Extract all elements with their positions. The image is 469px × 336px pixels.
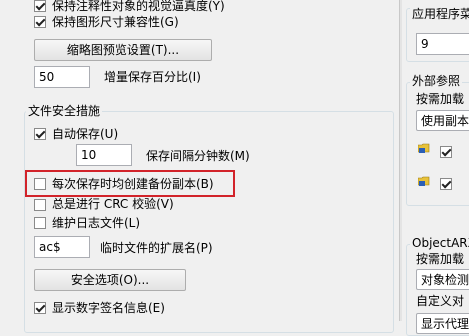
temp-extension-label: 临时文件的扩展名(P)	[100, 241, 213, 255]
xref-demand-load-select[interactable]: 使用副本	[416, 110, 469, 131]
annotative-fidelity-label: 保持注释性对象的视觉逼真度(Y)	[52, 0, 225, 13]
custom-objects-label: 自定义对	[416, 294, 465, 308]
drawing-size-compat-checkbox[interactable]	[34, 16, 46, 28]
panel-divider	[399, 0, 402, 321]
annotative-fidelity-checkbox[interactable]	[34, 0, 46, 12]
arx-demand-load-select[interactable]: 对象检测	[416, 269, 469, 290]
folder-icon	[418, 143, 430, 153]
xref-option-checkbox-1[interactable]	[440, 146, 452, 158]
backup-highlight-box	[25, 170, 235, 197]
objectarx-title: ObjectARX	[410, 235, 469, 251]
digital-signature-checkbox[interactable]	[34, 302, 46, 314]
app-menu-label: 应用程序菜	[410, 6, 469, 22]
autosave-interval-label: 保存间隔分钟数(M)	[146, 149, 250, 163]
log-file-checkbox[interactable]	[34, 217, 46, 229]
crc-check-label: 总是进行 CRC 校验(V)	[52, 197, 174, 211]
log-file-label: 维护日志文件(L)	[52, 216, 141, 230]
proxy-display-select[interactable]: 显示代理	[416, 313, 469, 334]
xref-option-checkbox-2[interactable]	[440, 178, 452, 190]
arx-demand-load-label: 按需加载	[416, 252, 465, 266]
incremental-save-label: 增量保存百分比(I)	[104, 70, 201, 84]
thumbnail-preview-settings-button[interactable]: 缩略图预览设置(T)...	[34, 39, 212, 61]
autosave-interval-input[interactable]: 10	[76, 144, 132, 166]
xref-demand-load-label: 按需加载	[416, 92, 465, 106]
autosave-label: 自动保存(U)	[52, 127, 119, 141]
incremental-save-input[interactable]: 50	[34, 66, 90, 88]
crc-check-checkbox[interactable]	[34, 199, 46, 211]
app-menu-input[interactable]: 9	[416, 33, 469, 55]
file-safety-title: 文件安全措施	[26, 103, 103, 119]
temp-extension-input[interactable]: ac$	[34, 236, 90, 258]
security-options-button[interactable]: 安全选项(O)...	[34, 269, 186, 291]
xref-title: 外部参照	[410, 73, 463, 89]
autosave-checkbox[interactable]	[34, 128, 46, 140]
folder-icon	[418, 176, 430, 186]
digital-signature-label: 显示数字签名信息(E)	[52, 301, 165, 315]
drawing-size-compat-label: 保持图形尺寸兼容性(G)	[52, 15, 179, 29]
